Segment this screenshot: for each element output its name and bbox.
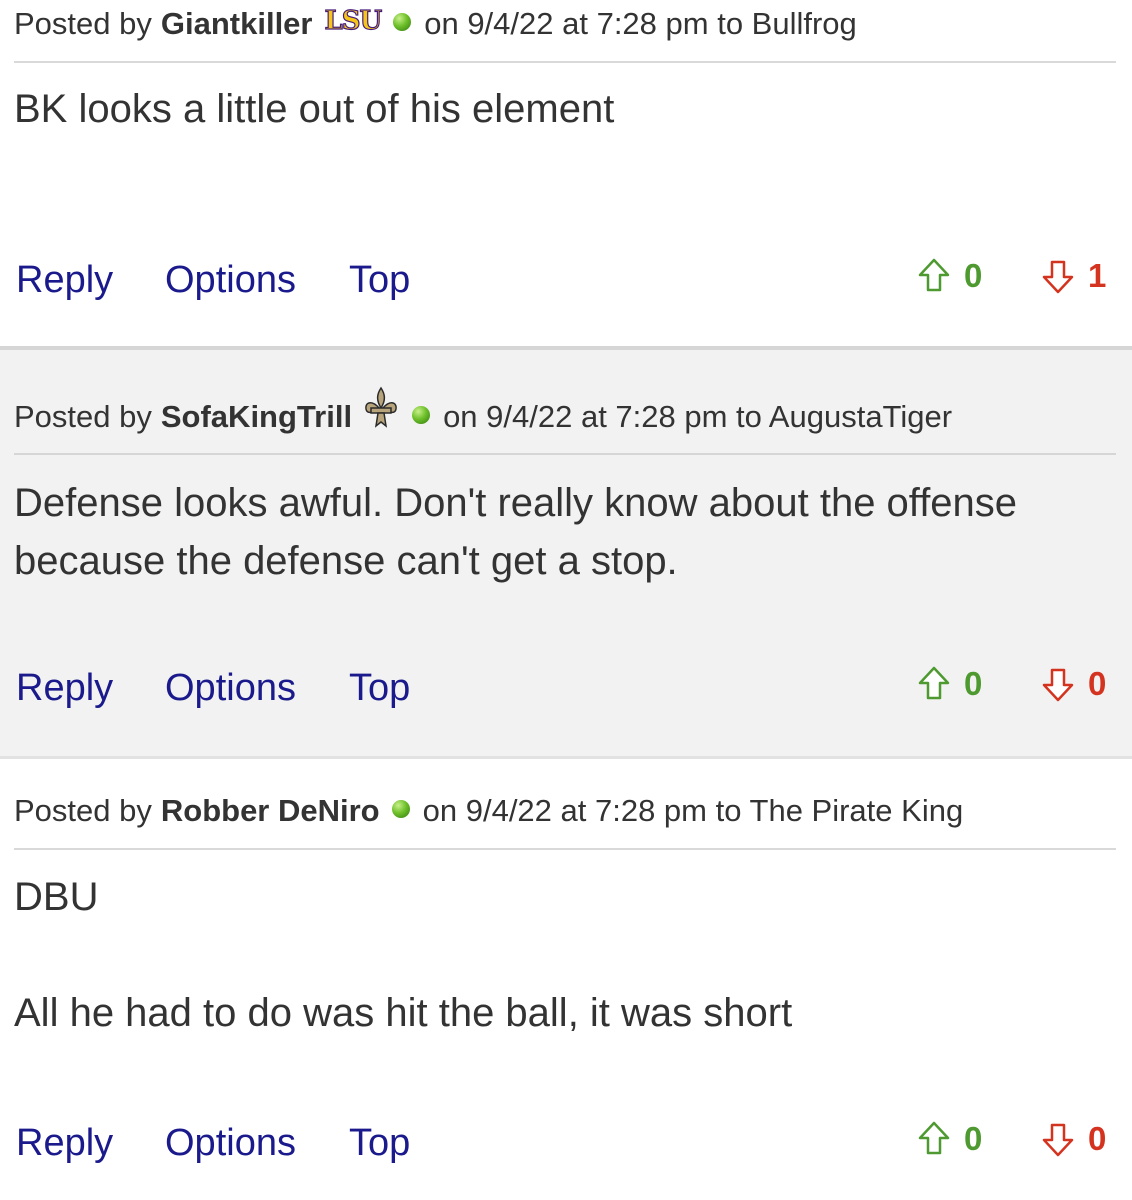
post-meta: on 9/4/22 at 7:28 pm to Bullfrog [424,6,857,41]
thumb-up-arrow-icon [918,258,950,292]
post-meta: on 9/4/22 at 7:28 pm to AugustaTiger [443,399,953,434]
downvote-button[interactable]: 0 [1038,664,1106,704]
upvote-count: 0 [964,257,983,294]
posted-by-label: Posted by [14,6,152,41]
thumb-down-arrow-icon [1042,668,1074,702]
top-link[interactable]: Top [349,259,410,302]
author-name[interactable]: Giantkiller [161,6,313,42]
options-link[interactable]: Options [165,259,296,302]
author-name[interactable]: Robber DeNiro [161,793,380,829]
posted-by-label: Posted by [14,399,152,434]
header-divider [14,61,1116,63]
reply-link[interactable]: Reply [16,259,113,302]
top-link[interactable]: Top [349,1122,410,1165]
posted-by-label: Posted by [14,793,152,828]
online-status-dot-icon [412,406,431,424]
post-2: Posted by SofaKingTrill on 9/4/22 at 7:2… [0,346,1132,756]
thumb-up-arrow-icon [918,666,950,700]
downvote-button[interactable]: 1 [1038,256,1106,296]
online-status-dot-icon [393,13,412,31]
author-name[interactable]: SofaKingTrill [161,399,352,435]
options-link[interactable]: Options [165,1122,296,1165]
thumb-down-arrow-icon [1042,260,1074,294]
post-3: Posted by Robber DeNiro on 9/4/22 at 7:2… [0,756,1132,1200]
post-header: Posted by SofaKingTrill on 9/4/22 at 7:2… [14,386,1116,440]
online-status-dot-icon [391,800,410,818]
post-meta: on 9/4/22 at 7:28 pm to The Pirate King [422,793,964,828]
post-body: BK looks a little out of his element [14,87,615,131]
upvote-button[interactable]: 0 [914,256,982,296]
thumb-up-arrow-icon [918,1121,950,1155]
post-header: Posted by Robber DeNiro on 9/4/22 at 7:2… [14,793,1116,829]
post-body: Defense looks awful. Don't really know a… [14,481,1018,583]
upvote-button[interactable]: 0 [914,1119,982,1159]
upvote-button[interactable]: 0 [914,664,982,704]
downvote-count: 1 [1088,257,1107,294]
post-header: Posted by Giantkiller LSU on 9/4/22 at 7… [14,5,1116,42]
thumb-down-arrow-icon [1042,1123,1074,1157]
downvote-count: 0 [1088,665,1107,702]
downvote-button[interactable]: 0 [1038,1119,1106,1159]
downvote-count: 0 [1088,1120,1107,1157]
lsu-logo-icon: LSU [324,5,383,36]
fleur-de-lis-icon [365,386,397,428]
vote-controls: 0 0 [872,664,1132,714]
vote-controls: 0 0 [872,1119,1132,1169]
vote-controls: 0 1 [872,256,1132,306]
post-body: DBU All he had to do was hit the ball, i… [14,875,793,1035]
header-divider [14,848,1116,850]
header-divider [14,453,1116,455]
upvote-count: 0 [964,665,983,702]
top-link[interactable]: Top [349,667,410,710]
reply-link[interactable]: Reply [16,1122,113,1165]
upvote-count: 0 [964,1120,983,1157]
post-1: Posted by Giantkiller LSU on 9/4/22 at 7… [0,0,1132,346]
options-link[interactable]: Options [165,667,296,710]
reply-link[interactable]: Reply [16,667,113,710]
